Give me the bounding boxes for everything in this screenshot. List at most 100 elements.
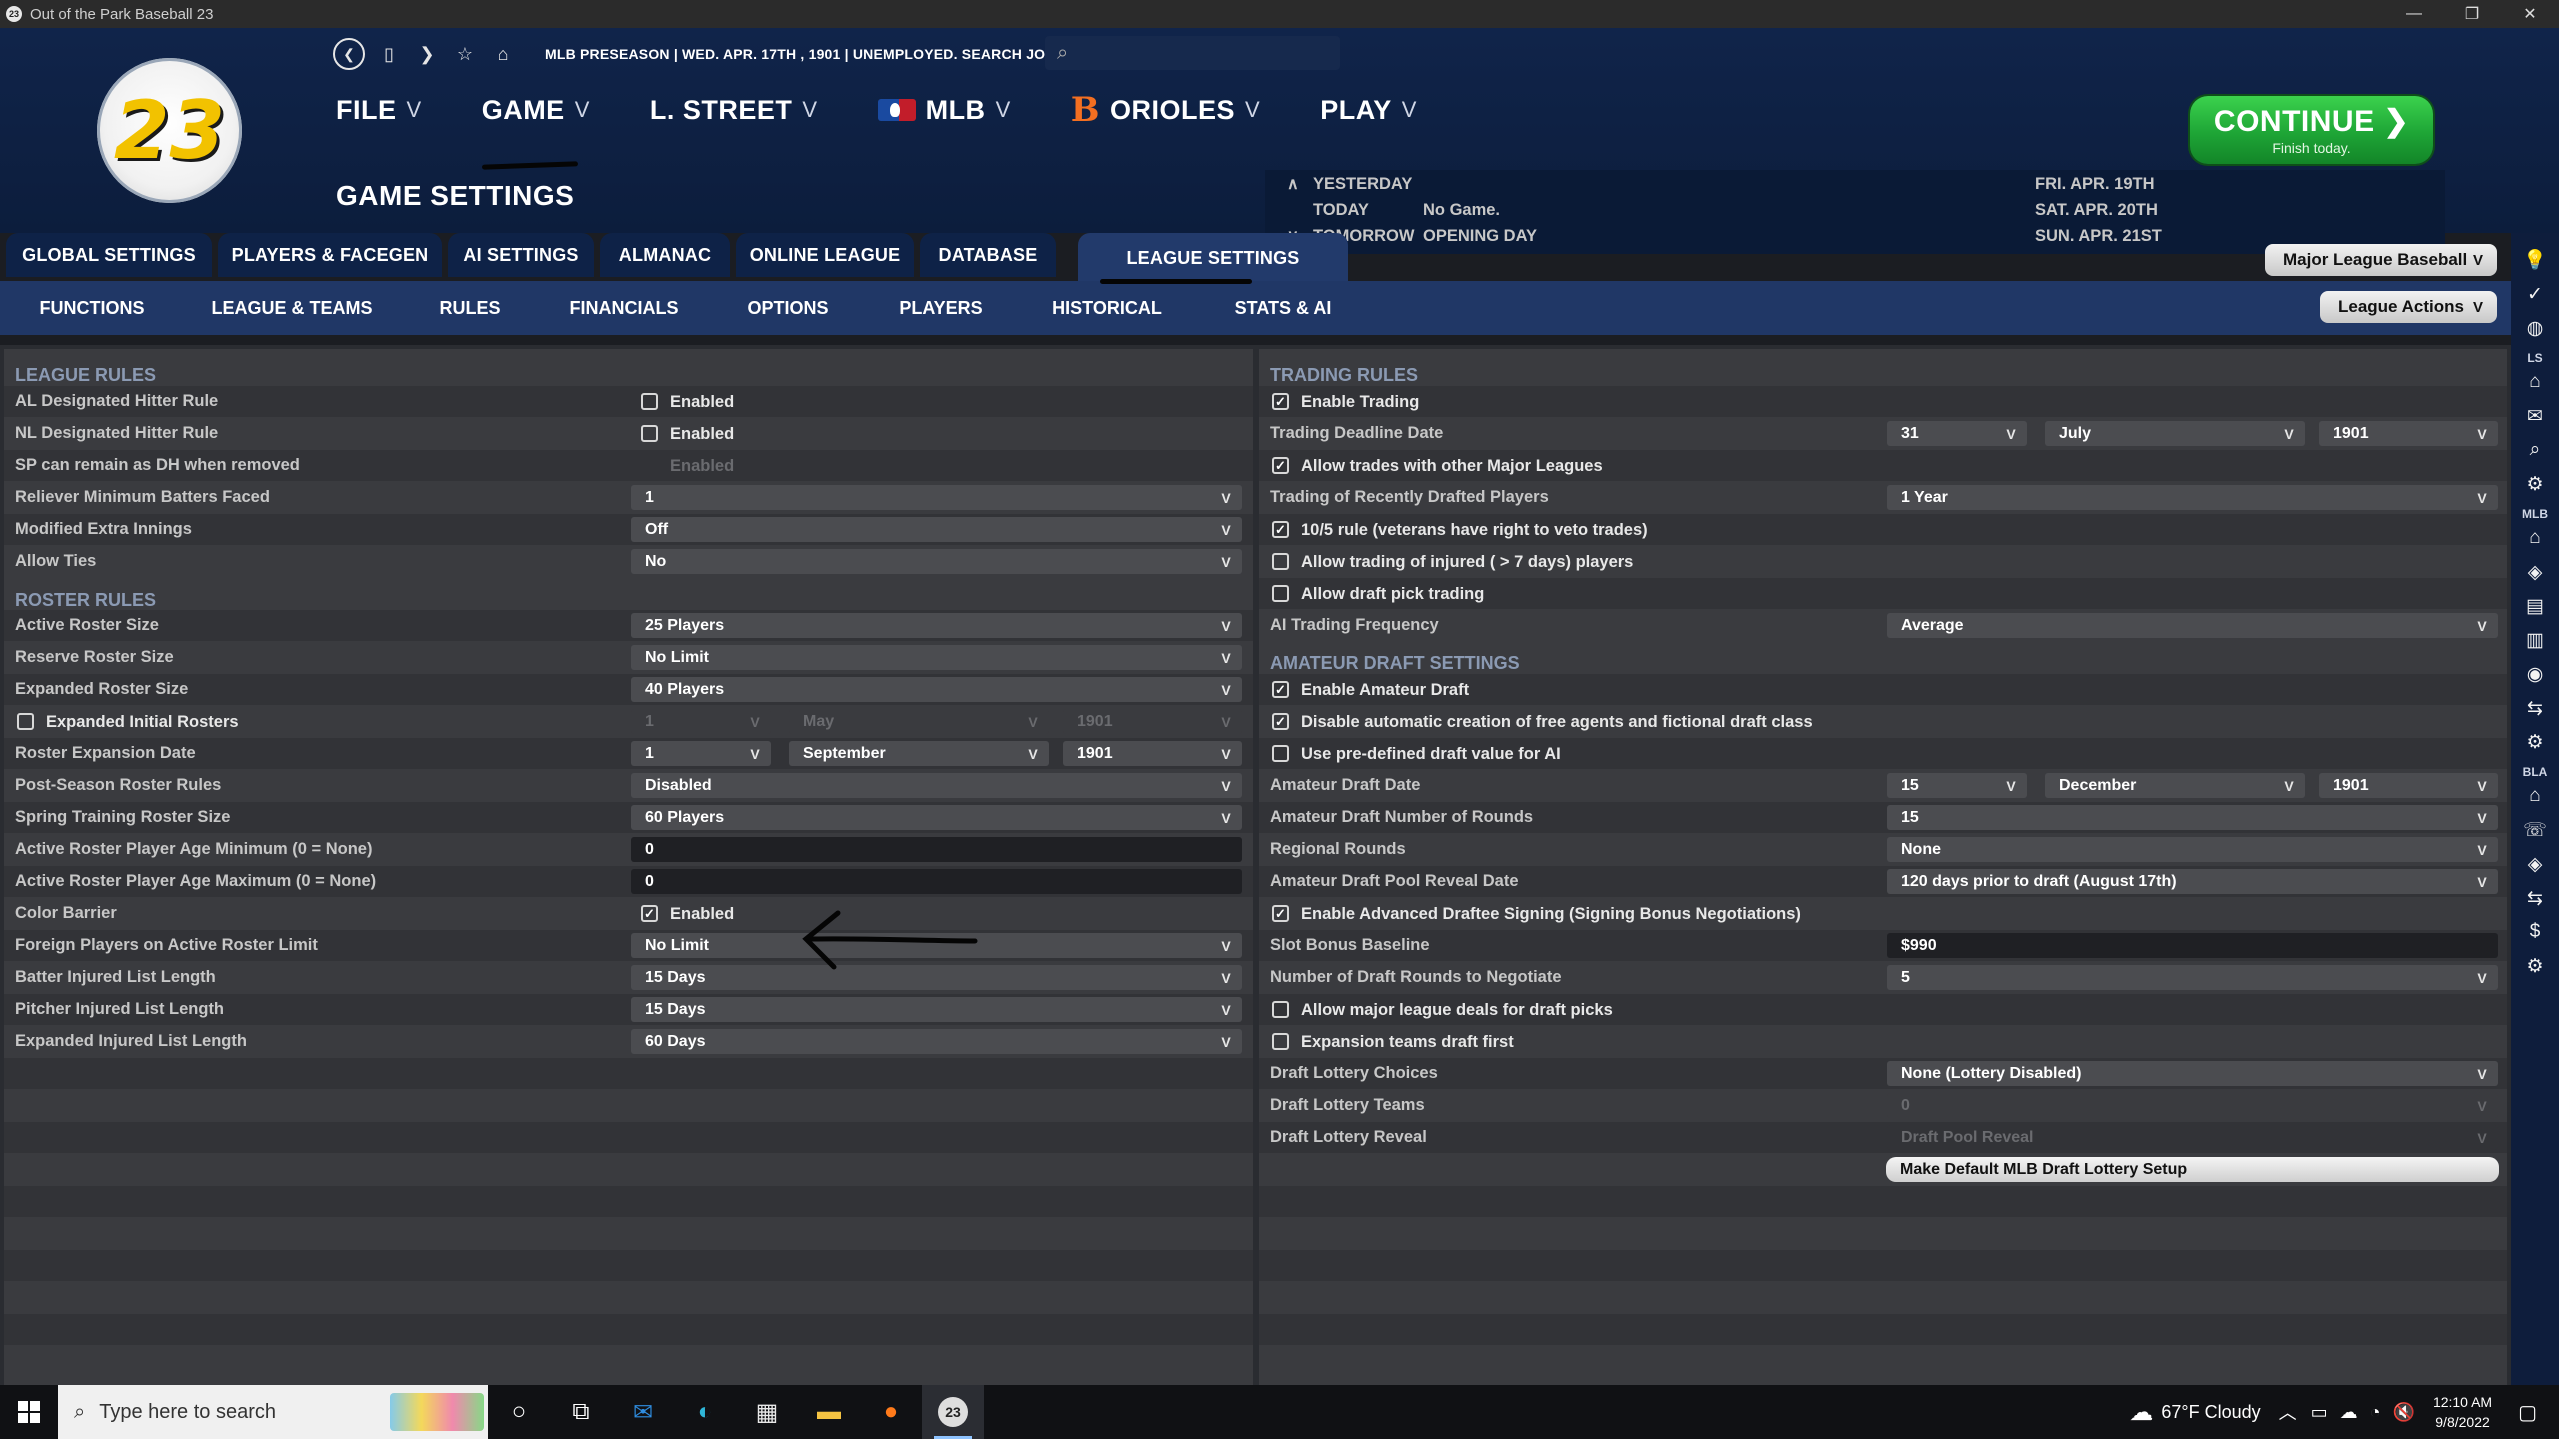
- slot-bonus-input[interactable]: $990: [1887, 933, 2498, 958]
- age-min-input[interactable]: 0: [631, 837, 1242, 862]
- maximize-button[interactable]: ❐: [2443, 0, 2501, 28]
- chevron-up-icon[interactable]: ︿: [2279, 1399, 2297, 1425]
- bookmark-icon[interactable]: ▯: [375, 40, 403, 68]
- store-icon[interactable]: ▦: [736, 1385, 798, 1439]
- device-icon[interactable]: ▭: [2311, 1402, 2328, 1423]
- tab-online-league[interactable]: ONLINE LEAGUE: [736, 233, 914, 277]
- league-select-dropdown[interactable]: Major League Baseball V: [2265, 244, 2497, 276]
- mail-app-icon[interactable]: ✉: [612, 1385, 674, 1439]
- transfer-icon[interactable]: ⇆: [2515, 881, 2555, 915]
- tab-global-settings[interactable]: GLOBAL SETTINGS: [6, 233, 212, 277]
- lightbulb-icon[interactable]: 💡: [2515, 243, 2555, 277]
- deadline-year-dropdown[interactable]: 1901 V: [2319, 421, 2498, 446]
- expanded-roster-dropdown[interactable]: 40 Players V: [631, 677, 1242, 702]
- tab-stats-ai[interactable]: STATS & AI: [1220, 281, 1346, 335]
- tab-league-teams[interactable]: LEAGUE & TEAMS: [200, 281, 384, 335]
- postseason-roster-dropdown[interactable]: Disabled V: [631, 773, 1242, 798]
- edge-icon[interactable]: ◐: [674, 1385, 736, 1439]
- deadline-day-dropdown[interactable]: 31 V: [1887, 421, 2027, 446]
- transfer-icon[interactable]: ⇆: [2515, 691, 2555, 725]
- close-button[interactable]: ✕: [2501, 0, 2559, 28]
- league-actions-button[interactable]: League Actions V: [2320, 291, 2497, 323]
- spring-roster-dropdown[interactable]: 60 Players V: [631, 805, 1242, 830]
- search-input[interactable]: ⌕: [1045, 36, 1340, 70]
- ml-deals-checkbox[interactable]: [1272, 1001, 1289, 1018]
- tab-functions[interactable]: FUNCTIONS: [14, 281, 170, 335]
- expansion-day-dropdown[interactable]: 1V: [631, 741, 771, 766]
- pool-reveal-dropdown[interactable]: 120 days prior to draft (August 17th) V: [1887, 869, 2498, 894]
- task-view-icon[interactable]: ⧉: [550, 1385, 612, 1439]
- expanded-initial-checkbox[interactable]: [17, 713, 34, 730]
- extra-innings-dropdown[interactable]: Off V: [631, 517, 1242, 542]
- stats-icon[interactable]: ▥: [2515, 623, 2555, 657]
- dollar-icon[interactable]: $: [2515, 915, 2555, 949]
- enable-draft-checkbox[interactable]: ✓: [1272, 681, 1289, 698]
- taskbar-search[interactable]: ⌕ Type here to search: [58, 1385, 488, 1439]
- ai-trading-frequency-dropdown[interactable]: Average V: [1887, 613, 2498, 638]
- home-icon[interactable]: ⌂: [2515, 779, 2555, 813]
- back-icon[interactable]: ❮: [333, 38, 365, 70]
- up-arrow-icon[interactable]: ∧: [1287, 174, 1299, 194]
- enable-trading-checkbox[interactable]: ✓: [1272, 393, 1289, 410]
- start-button[interactable]: [0, 1385, 58, 1439]
- id-card-icon[interactable]: ▤: [2515, 589, 2555, 623]
- reserve-roster-dropdown[interactable]: No Limit V: [631, 645, 1242, 670]
- expanded-il-dropdown[interactable]: 60 Days V: [631, 1029, 1242, 1054]
- diamond-icon[interactable]: ◈: [2515, 847, 2555, 881]
- gear-icon[interactable]: ⚙: [2515, 725, 2555, 759]
- file-explorer-icon[interactable]: ▬: [798, 1385, 860, 1439]
- check-icon[interactable]: ✓: [2515, 277, 2555, 311]
- weather-text[interactable]: 67°F Cloudy: [2161, 1402, 2260, 1423]
- color-barrier-checkbox[interactable]: ✓: [641, 905, 658, 922]
- diamond-icon[interactable]: ◈: [2515, 555, 2555, 589]
- pitcher-il-dropdown[interactable]: 15 Days V: [631, 997, 1242, 1022]
- menu-play[interactable]: PLAY V: [1320, 95, 1417, 126]
- onedrive-icon[interactable]: ☁: [2340, 1402, 2358, 1423]
- tab-league-settings[interactable]: LEAGUE SETTINGS: [1078, 233, 1348, 283]
- cortana-icon[interactable]: ○: [488, 1385, 550, 1439]
- tab-database[interactable]: DATABASE: [920, 233, 1056, 277]
- gear-icon[interactable]: ⚙: [2515, 467, 2555, 501]
- home-icon[interactable]: ⌂: [489, 40, 517, 68]
- schedule-row[interactable]: ∧ YESTERDAY FRI. APR. 19TH: [1265, 172, 2445, 196]
- wifi-icon[interactable]: ◔: [2370, 1402, 2381, 1423]
- allow-other-leagues-checkbox[interactable]: ✓: [1272, 457, 1289, 474]
- trade-injured-checkbox[interactable]: [1272, 553, 1289, 570]
- advanced-signing-checkbox[interactable]: ✓: [1272, 905, 1289, 922]
- lottery-choices-dropdown[interactable]: None (Lottery Disabled) V: [1887, 1061, 2498, 1086]
- draft-day-dropdown[interactable]: 15 V: [1887, 773, 2027, 798]
- allow-ties-dropdown[interactable]: No V: [631, 549, 1242, 574]
- tab-ai-settings[interactable]: AI SETTINGS: [448, 233, 594, 277]
- regional-rounds-dropdown[interactable]: None V: [1887, 837, 2498, 862]
- baseball-icon[interactable]: ◉: [2515, 657, 2555, 691]
- home-icon[interactable]: ⌂: [2515, 521, 2555, 555]
- minimize-button[interactable]: —: [2385, 0, 2443, 28]
- continue-button[interactable]: CONTINUE ❯ Finish today.: [2190, 96, 2433, 164]
- al-dh-checkbox[interactable]: [641, 393, 658, 410]
- predefined-draft-value-checkbox[interactable]: [1272, 745, 1289, 762]
- notification-icon[interactable]: ▢: [2518, 1400, 2537, 1425]
- tab-financials[interactable]: FINANCIALS: [560, 281, 688, 335]
- gear-icon[interactable]: ⚙: [2515, 949, 2555, 983]
- clock[interactable]: 12:10 AM 9/8/2022: [2433, 1392, 2492, 1432]
- default-lottery-button[interactable]: Make Default MLB Draft Lottery Setup: [1886, 1157, 2499, 1182]
- volume-mute-icon[interactable]: 🔇: [2393, 1402, 2415, 1423]
- tab-players[interactable]: PLAYERS: [880, 281, 1002, 335]
- ootp-taskbar-icon[interactable]: 23: [922, 1385, 984, 1439]
- menu-game[interactable]: GAME V: [482, 95, 590, 126]
- schedule-row[interactable]: TODAY No Game. SAT. APR. 20TH: [1265, 198, 2445, 222]
- menu-mlb[interactable]: MLB V: [877, 95, 1011, 126]
- forward-icon[interactable]: ❯: [413, 40, 441, 68]
- age-max-input[interactable]: 0: [631, 869, 1242, 894]
- phone-icon[interactable]: ☏: [2515, 813, 2555, 847]
- recent-drafted-dropdown[interactable]: 1 Year V: [1887, 485, 2498, 510]
- draft-rounds-dropdown[interactable]: 15 V: [1887, 805, 2498, 830]
- negotiate-rounds-dropdown[interactable]: 5V: [1887, 965, 2498, 990]
- deadline-month-dropdown[interactable]: July V: [2045, 421, 2305, 446]
- expansion-year-dropdown[interactable]: 1901 V: [1063, 741, 1242, 766]
- active-roster-dropdown[interactable]: 25 Players V: [631, 613, 1242, 638]
- globe-icon[interactable]: ◍: [2515, 311, 2555, 345]
- home-icon[interactable]: ⌂: [2515, 365, 2555, 399]
- menu-file[interactable]: FILE V: [336, 95, 422, 126]
- expansion-month-dropdown[interactable]: September V: [789, 741, 1049, 766]
